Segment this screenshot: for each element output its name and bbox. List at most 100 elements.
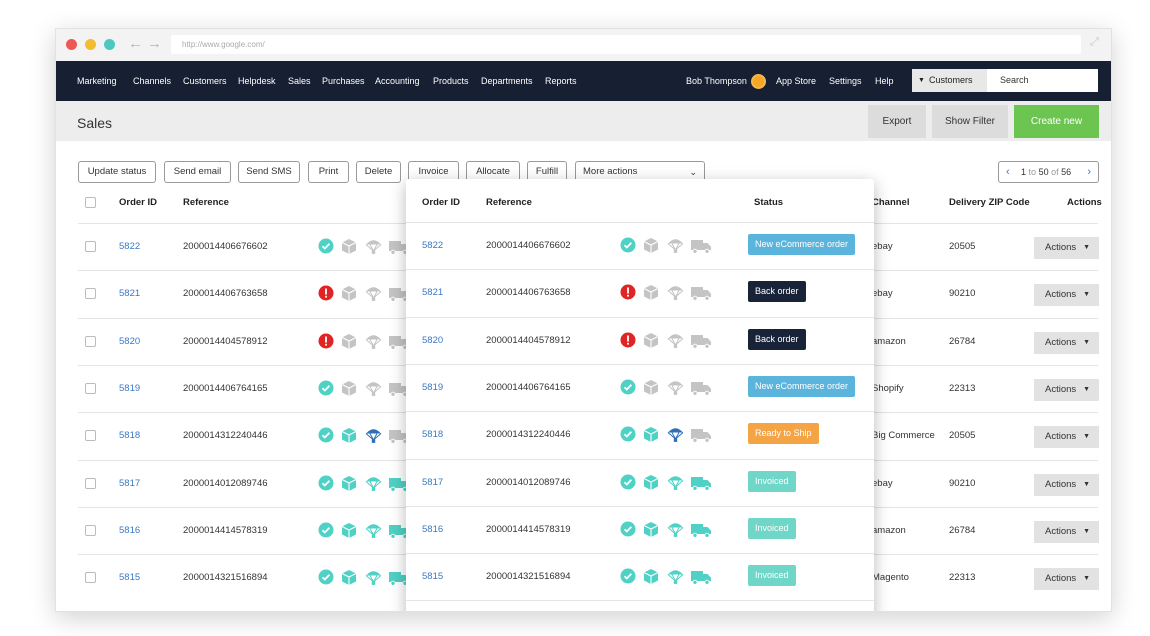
row-actions-label: Actions: [1045, 478, 1077, 490]
table-row[interactable]: 5819 2000014406764165 New eCommerce order: [406, 363, 874, 411]
update-status-button[interactable]: Update status: [78, 161, 156, 183]
maximize-window-dot[interactable]: [104, 39, 115, 50]
fulfillment-icons: [620, 521, 716, 539]
page-range-to: 50: [1038, 167, 1049, 177]
row-checkbox[interactable]: [85, 288, 96, 300]
row-actions-label: Actions: [1045, 525, 1077, 537]
row-actions-button[interactable]: Actions ▼: [1034, 426, 1099, 449]
url-bar[interactable]: http://www.google.com/: [171, 35, 1081, 54]
print-button[interactable]: Print: [308, 161, 349, 183]
table-row[interactable]: 5815 2000014321516894 Invoiced: [406, 553, 874, 600]
create-new-button[interactable]: Create new: [1014, 105, 1099, 138]
row-actions-button[interactable]: Actions ▼: [1034, 331, 1099, 354]
order-id-link[interactable]: 5821: [422, 270, 443, 316]
col-header-status[interactable]: Status: [754, 197, 783, 208]
select-all-checkbox[interactable]: [85, 197, 96, 208]
truck-icon: [691, 523, 712, 543]
nav-help[interactable]: Help: [875, 61, 894, 101]
order-id-link[interactable]: 5818: [119, 413, 140, 459]
row-checkbox[interactable]: [85, 524, 96, 536]
col-header-reference[interactable]: Reference: [486, 197, 532, 208]
zoomed-detail-card: Order ID Reference Status 5822 2000014406…: [406, 179, 874, 611]
row-actions-button[interactable]: Actions ▼: [1034, 473, 1099, 496]
order-id-link[interactable]: 5819: [119, 366, 140, 412]
back-arrow-icon[interactable]: ←: [128, 35, 143, 52]
nav-settings[interactable]: Settings: [829, 61, 862, 101]
order-id-link[interactable]: 5815: [119, 555, 140, 601]
nav-item-sales[interactable]: Sales: [288, 61, 311, 101]
col-header-actions[interactable]: Actions: [1067, 197, 1102, 208]
nav-item-channels[interactable]: Channels: [133, 61, 171, 101]
nav-item-accounting[interactable]: Accounting: [375, 61, 420, 101]
order-id-link[interactable]: 5817: [422, 460, 443, 506]
order-id-link[interactable]: 5819: [422, 365, 443, 411]
show-filter-button[interactable]: Show Filter: [932, 105, 1008, 138]
fulfillment-icons: [620, 568, 716, 586]
row-actions-label: Actions: [1045, 383, 1077, 395]
row-checkbox[interactable]: [85, 477, 96, 489]
close-window-dot[interactable]: [66, 39, 77, 50]
row-checkbox[interactable]: [85, 335, 96, 347]
channel-cell: Big Commerce: [872, 430, 935, 442]
send-sms-button[interactable]: Send SMS: [238, 161, 300, 183]
row-actions-button[interactable]: Actions ▼: [1034, 284, 1099, 307]
nav-item-products[interactable]: Products: [433, 61, 469, 101]
channel-cell: ebay: [872, 288, 893, 300]
nav-item-departments[interactable]: Departments: [481, 61, 533, 101]
order-id-link[interactable]: 5820: [119, 319, 140, 365]
table-row[interactable]: 5818 2000014312240446 Ready to Ship: [406, 411, 874, 458]
row-checkbox[interactable]: [85, 430, 96, 442]
row-checkbox[interactable]: [85, 382, 96, 394]
row-checkbox[interactable]: [85, 241, 96, 252]
row-actions-button[interactable]: Actions ▼: [1034, 237, 1099, 259]
nav-item-marketing[interactable]: Marketing: [77, 61, 117, 101]
order-id-link[interactable]: 5818: [422, 412, 443, 458]
table-row[interactable]: 5821 2000014406763658 Back order: [406, 269, 874, 316]
order-id-link[interactable]: 5816: [422, 507, 443, 553]
fulfillment-icons: [620, 426, 716, 444]
delete-button[interactable]: Delete: [356, 161, 401, 183]
user-avatar[interactable]: [751, 74, 766, 89]
minimize-window-dot[interactable]: [85, 39, 96, 50]
col-header-order-id[interactable]: Order ID: [422, 197, 460, 208]
prev-page-icon[interactable]: ‹: [1006, 162, 1010, 182]
order-id-link[interactable]: 5822: [422, 223, 443, 269]
search-input[interactable]: Search: [987, 69, 1098, 92]
col-header-zip[interactable]: Delivery ZIP Code: [949, 197, 1030, 208]
send-email-button[interactable]: Send email: [164, 161, 231, 183]
row-checkbox[interactable]: [85, 572, 96, 584]
nav-item-reports[interactable]: Reports: [545, 61, 577, 101]
table-row[interactable]: 5817 2000014012089746 Invoiced: [406, 458, 874, 506]
order-id-link[interactable]: 5821: [119, 271, 140, 317]
order-id-link[interactable]: 5815: [422, 554, 443, 600]
table-row[interactable]: 5822 2000014406676602 New eCommerce order: [406, 222, 874, 269]
order-id-link[interactable]: 5817: [119, 461, 140, 507]
nav-item-helpdesk[interactable]: Helpdesk: [238, 61, 276, 101]
col-header-reference[interactable]: Reference: [183, 197, 229, 208]
nav-app-store[interactable]: App Store: [776, 61, 816, 101]
caret-down-icon: ▼: [1083, 385, 1090, 393]
forward-arrow-icon[interactable]: →: [147, 35, 162, 52]
fulfillment-icons: [318, 475, 414, 493]
expand-icon[interactable]: ⤢: [1090, 37, 1101, 48]
user-name[interactable]: Bob Thompson: [686, 61, 747, 101]
order-id-link[interactable]: 5820: [422, 318, 443, 364]
row-actions-button[interactable]: Actions ▼: [1034, 378, 1099, 401]
row-actions-button[interactable]: Actions ▼: [1034, 568, 1099, 591]
package-icon: [341, 238, 357, 260]
fulfillment-icons: [318, 285, 414, 303]
next-page-icon[interactable]: ›: [1087, 162, 1091, 182]
table-row[interactable]: 5820 2000014404578912 Back order: [406, 316, 874, 364]
nav-item-purchases[interactable]: Purchases: [322, 61, 365, 101]
search-scope-select[interactable]: ▼ Customers: [912, 69, 987, 92]
order-id-link[interactable]: 5816: [119, 508, 140, 554]
col-header-order-id[interactable]: Order ID: [119, 197, 157, 208]
row-actions-button[interactable]: Actions ▼: [1034, 520, 1099, 543]
table-row[interactable]: 5816 2000014414578319 Invoiced: [406, 505, 874, 553]
col-header-channel[interactable]: Channel: [872, 197, 909, 208]
export-button[interactable]: Export: [868, 105, 926, 138]
parachute-icon: [667, 379, 684, 401]
check-circle-icon: [318, 238, 334, 259]
order-id-link[interactable]: 5822: [119, 224, 140, 270]
nav-item-customers[interactable]: Customers: [183, 61, 227, 101]
